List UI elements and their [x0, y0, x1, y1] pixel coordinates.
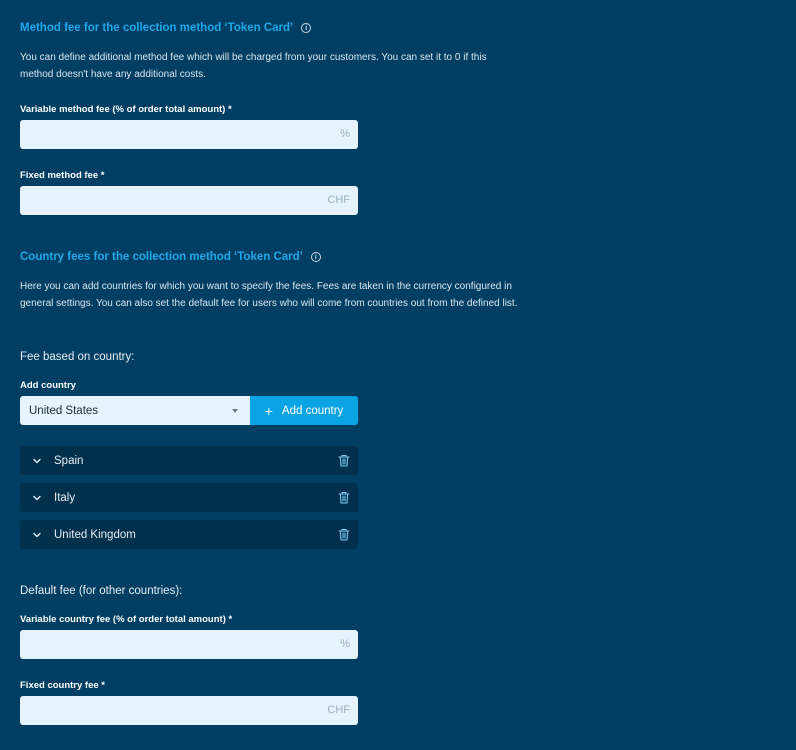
currency-suffix: CHF [327, 704, 350, 716]
country-row-spain[interactable]: Spain [20, 446, 358, 475]
variable-country-fee-label: Variable country fee (% of order total a… [20, 614, 233, 625]
trash-icon[interactable] [338, 528, 350, 541]
add-country-button[interactable]: + Add country [250, 396, 358, 425]
default-fee-label: Default fee (for other countries): [20, 585, 183, 597]
trash-icon[interactable] [338, 454, 350, 467]
country-fees-description: Here you can add countries for which you… [20, 281, 518, 309]
add-country-label: Add country [20, 380, 76, 391]
fixed-method-fee-field: CHF [20, 186, 358, 215]
currency-suffix: CHF [327, 194, 350, 206]
country-name: Spain [54, 454, 84, 467]
variable-method-fee-input[interactable] [20, 120, 358, 149]
chevron-down-icon[interactable] [31, 492, 43, 504]
country-name: United Kingdom [54, 528, 136, 541]
percent-suffix: % [340, 128, 350, 140]
fixed-method-fee-label: Fixed method fee * [20, 170, 105, 181]
country-fees-title-text: Country fees for the collection method ‘… [20, 251, 303, 263]
method-fee-title: Method fee for the collection method ‘To… [20, 22, 312, 34]
fixed-method-fee-input[interactable] [20, 186, 358, 215]
add-country-control: United States + Add country [20, 396, 358, 425]
country-select[interactable]: United States [20, 396, 250, 425]
country-row-united-kingdom[interactable]: United Kingdom [20, 520, 358, 549]
chevron-down-icon[interactable] [31, 529, 43, 541]
country-name: Italy [54, 491, 76, 504]
plus-icon: + [264, 402, 273, 419]
fee-based-on-country-label: Fee based on country: [20, 351, 135, 363]
percent-suffix: % [340, 638, 350, 650]
fixed-country-fee-input[interactable] [20, 696, 358, 725]
variable-country-fee-field: % [20, 630, 358, 659]
method-fee-title-text: Method fee for the collection method ‘To… [20, 22, 294, 34]
method-fee-description: You can define additional method fee whi… [20, 52, 487, 80]
fixed-country-fee-label: Fixed country fee * [20, 680, 105, 691]
variable-method-fee-field: % [20, 120, 358, 149]
variable-method-fee-label: Variable method fee (% of order total am… [20, 104, 232, 115]
country-row-italy[interactable]: Italy [20, 483, 358, 512]
trash-icon[interactable] [338, 491, 350, 504]
fixed-country-fee-field: CHF [20, 696, 358, 725]
variable-country-fee-input[interactable] [20, 630, 358, 659]
country-select-value: United States [29, 404, 99, 417]
info-icon[interactable]: i [310, 252, 321, 262]
info-icon[interactable]: i [301, 23, 312, 33]
add-country-button-label: Add country [281, 404, 344, 417]
chevron-down-icon[interactable] [31, 455, 43, 467]
dropdown-caret-icon [232, 409, 238, 413]
country-fees-title: Country fees for the collection method ‘… [20, 251, 321, 263]
